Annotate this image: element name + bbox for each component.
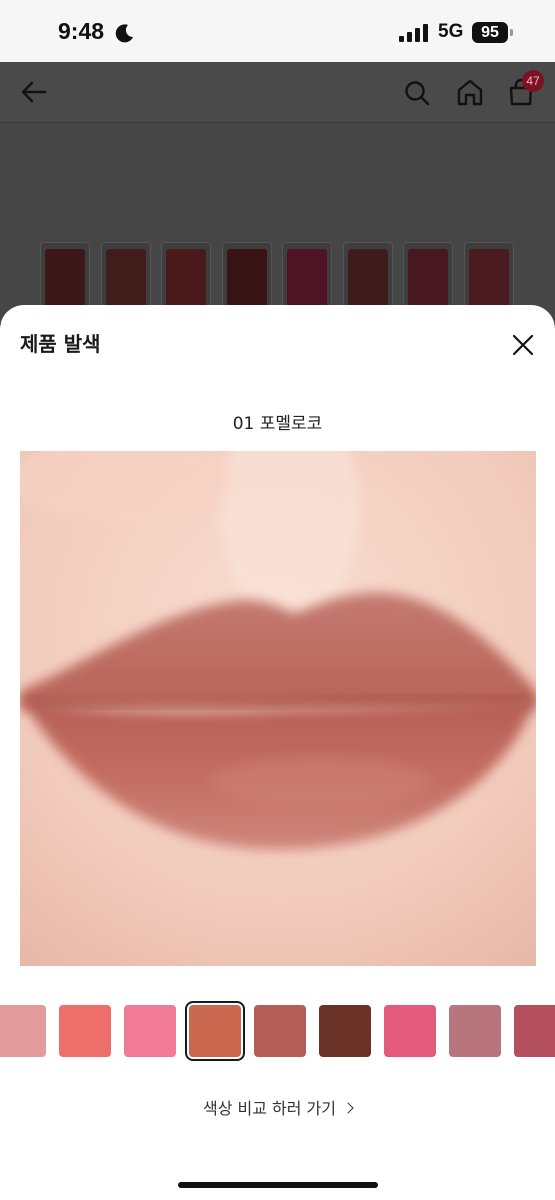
status-time: 9:48	[58, 18, 105, 44]
color-swatch[interactable]	[514, 1005, 555, 1057]
color-swatch-selected[interactable]	[185, 1001, 245, 1061]
moon-icon	[115, 24, 133, 43]
header-divider	[0, 122, 555, 123]
signal-icon	[399, 24, 428, 42]
back-arrow-icon[interactable]	[20, 80, 48, 104]
battery-icon: 95	[472, 22, 508, 43]
compare-link-label: 색상 비교 하러 가기	[202, 1099, 337, 1118]
swatch-name: 01 포멜로코	[232, 414, 323, 434]
color-swatch[interactable]	[449, 1005, 501, 1057]
home-indicator[interactable]	[178, 1182, 378, 1188]
color-swatch[interactable]	[319, 1005, 371, 1057]
color-swatch[interactable]	[254, 1005, 306, 1057]
network-label: 5G	[438, 21, 464, 42]
color-swatch[interactable]	[384, 1005, 436, 1057]
search-icon[interactable]	[403, 79, 431, 107]
color-swatch[interactable]	[124, 1005, 176, 1057]
home-icon[interactable]	[455, 78, 485, 106]
color-swatch[interactable]	[59, 1005, 111, 1057]
chevron-right-icon	[342, 1102, 354, 1114]
battery-cap	[510, 29, 513, 36]
app-header	[0, 62, 555, 122]
lip-swatch-photo	[20, 451, 536, 966]
status-bar: 9:48 5G 95	[0, 0, 555, 62]
compare-colors-link[interactable]: 색상 비교 하러 가기	[0, 1095, 555, 1119]
color-swatch[interactable]	[0, 1005, 46, 1057]
sheet-title: 제품 발색	[20, 332, 101, 356]
close-icon[interactable]	[508, 330, 538, 360]
cart-count-badge: 47	[522, 70, 544, 92]
